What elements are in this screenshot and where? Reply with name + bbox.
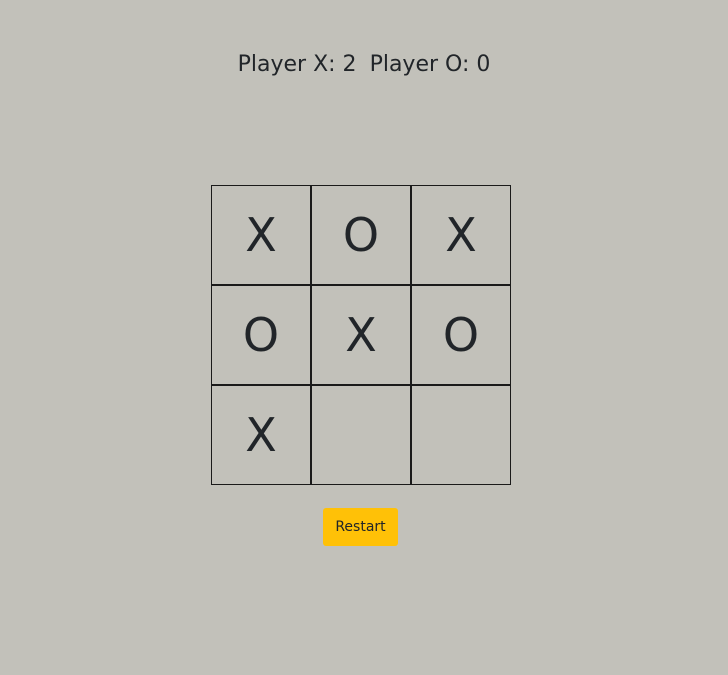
player-x-score: Player X: 2	[237, 52, 357, 77]
board-cell-4[interactable]: O	[211, 285, 311, 385]
restart-button[interactable]: Restart	[323, 508, 398, 546]
board-cell-6[interactable]: O	[411, 285, 511, 385]
board-cell-3[interactable]: X	[411, 185, 511, 285]
game-board: X O X O X O X	[211, 185, 511, 485]
board-cell-8[interactable]	[311, 385, 411, 485]
board-cell-7[interactable]: X	[211, 385, 311, 485]
board-cell-2[interactable]: O	[311, 185, 411, 285]
player-o-score: Player O: 0	[369, 52, 491, 77]
scoreboard: Player X: 2 Player O: 0	[0, 52, 728, 77]
board-cell-1[interactable]: X	[211, 185, 311, 285]
board-cell-9[interactable]	[411, 385, 511, 485]
board-cell-5[interactable]: X	[311, 285, 411, 385]
